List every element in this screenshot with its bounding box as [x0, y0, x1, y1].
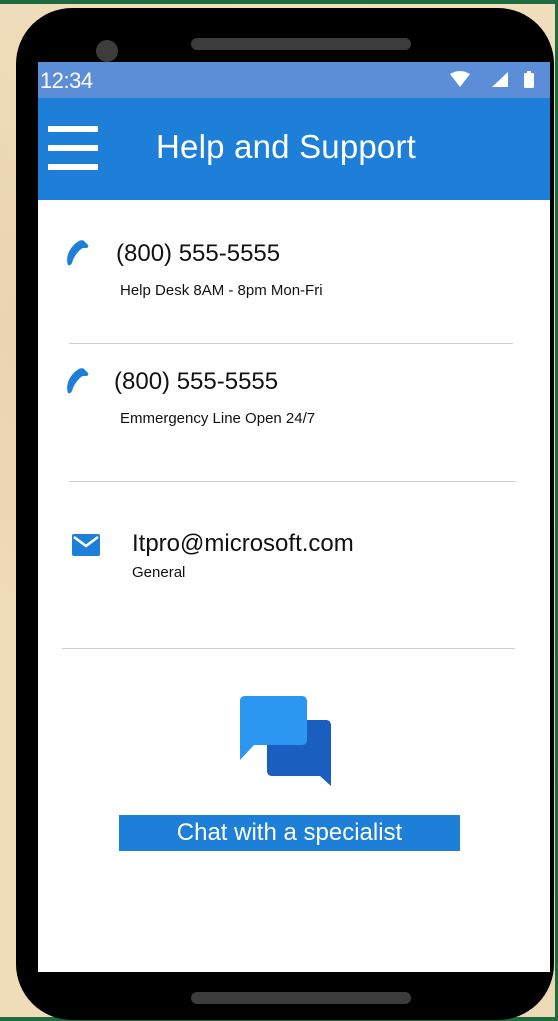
- contact-email[interactable]: Itpro@microsoft.com General: [38, 524, 550, 604]
- contact-emergency-line[interactable]: (800) 555-5555 Emmergency Line Open 24/7: [38, 360, 550, 440]
- divider: [69, 481, 516, 482]
- status-icons: [450, 71, 534, 88]
- chat-with-specialist-button[interactable]: Chat with a specialist: [119, 815, 460, 851]
- front-camera: [96, 40, 118, 62]
- divider: [62, 648, 515, 649]
- signal-icon: [492, 72, 508, 87]
- earpiece-speaker: [191, 38, 411, 50]
- contact-description: General: [132, 564, 186, 581]
- status-time: 12:34: [40, 68, 93, 93]
- battery-icon: [524, 73, 534, 88]
- contact-help-desk[interactable]: (800) 555-5555 Help Desk 8AM - 8pm Mon-F…: [38, 232, 550, 312]
- divider: [69, 343, 513, 344]
- app-bar: Help and Support: [38, 98, 550, 200]
- status-bar: 12:34: [38, 62, 550, 98]
- phone-number: (800) 555-5555: [116, 240, 281, 267]
- wifi-icon: [450, 71, 470, 87]
- email-address: Itpro@microsoft.com: [132, 530, 354, 557]
- phone-screen: 12:34 Help and Support (800) 555-5555 He…: [38, 62, 550, 972]
- chat-bubbles-icon[interactable]: [238, 694, 334, 790]
- contact-description: Help Desk 8AM - 8pm Mon-Fri: [120, 282, 323, 299]
- page-border-top: [0, 0, 558, 4]
- page-title: Help and Support: [156, 128, 417, 165]
- phone-number: (800) 555-5555: [114, 368, 279, 395]
- hamburger-menu-icon[interactable]: [48, 126, 98, 170]
- home-indicator: [191, 992, 411, 1004]
- phone-icon: [67, 240, 89, 266]
- contact-description: Emmergency Line Open 24/7: [120, 410, 316, 427]
- phone-icon: [67, 368, 89, 394]
- mail-icon: [72, 534, 100, 556]
